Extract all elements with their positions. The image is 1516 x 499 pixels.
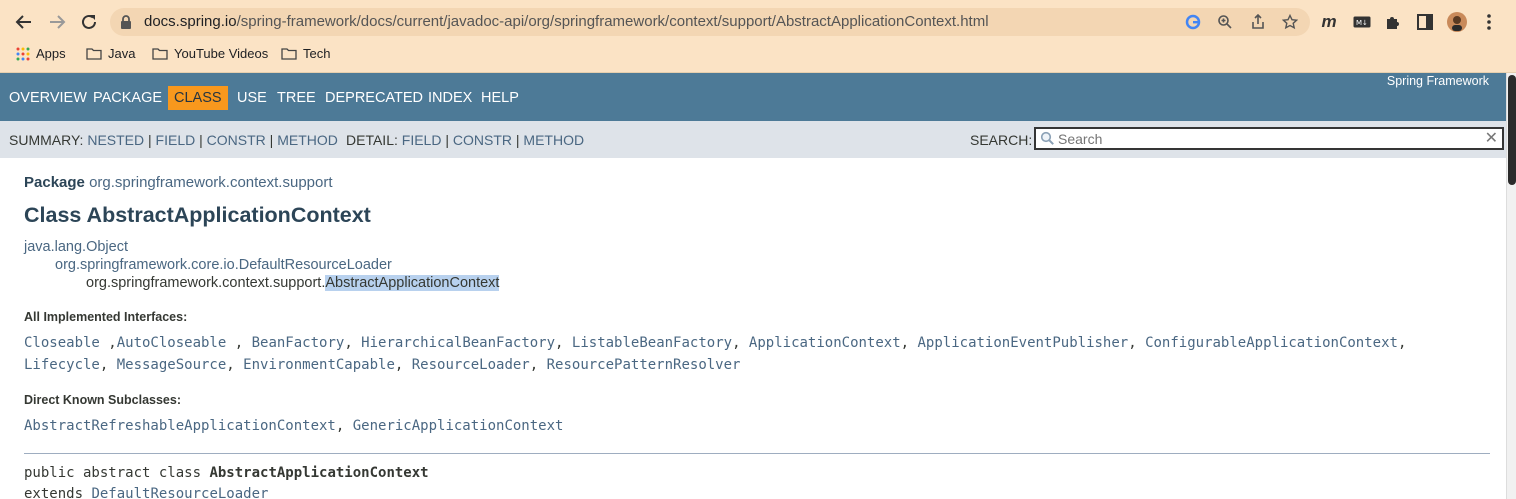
apps-grid-icon — [16, 47, 30, 60]
forward-arrow-icon — [50, 15, 66, 29]
inheritance-current-class: org.springframework.context.support.Abst… — [86, 275, 500, 291]
search-field[interactable]: ✕ — [1034, 127, 1504, 150]
bookmarks-bar: Apps Java YouTube Videos Tech — [0, 42, 1516, 68]
interface-link[interactable]: ConfigurableApplicationContext — [1145, 335, 1398, 351]
browser-toolbar: docs.spring.io/spring-framework/docs/cur… — [0, 0, 1516, 73]
bookmark-tech[interactable]: Tech — [281, 46, 330, 61]
interface-link[interactable]: ListableBeanFactory — [572, 335, 732, 351]
interfaces-list-1: Closeable ,AutoCloseable , BeanFactory, … — [24, 335, 1407, 351]
search-icon — [1040, 131, 1054, 145]
subclass-link[interactable]: GenericApplicationContext — [353, 418, 564, 434]
markdown-icon[interactable]: M↓ — [1351, 11, 1373, 33]
search-input[interactable] — [1058, 130, 1478, 148]
svg-text:M↓: M↓ — [1356, 19, 1368, 27]
detail-links: DETAIL: FIELD | CONSTR | METHOD — [346, 132, 585, 148]
bookmark-apps[interactable]: Apps — [16, 46, 66, 61]
nav-package[interactable]: PACKAGE — [87, 86, 168, 110]
vertical-scrollbar[interactable] — [1506, 73, 1516, 499]
interface-link[interactable]: Lifecycle — [24, 357, 100, 373]
top-navigation: OVERVIEW PACKAGE CLASS USE TREE DEPRECAT… — [0, 73, 1506, 121]
nav-tree[interactable]: TREE — [271, 86, 322, 110]
selected-text: AbstractApplicationContext — [325, 275, 500, 291]
subclass-link[interactable]: AbstractRefreshableApplicationContext — [24, 418, 336, 434]
folder-icon — [86, 48, 102, 60]
nav-index[interactable]: INDEX — [422, 86, 478, 110]
side-panel-icon[interactable] — [1414, 11, 1436, 33]
interface-link[interactable]: ResourceLoader — [412, 357, 530, 373]
folder-icon — [152, 48, 168, 60]
lock-icon — [121, 15, 131, 29]
subclasses-list: AbstractRefreshableApplicationContext, G… — [24, 418, 564, 434]
class-signature: public abstract class AbstractApplicatio… — [24, 465, 429, 481]
detail-method-link[interactable]: METHOD — [523, 132, 584, 148]
back-arrow-icon — [15, 15, 31, 29]
menu-kebab-icon[interactable] — [1478, 11, 1500, 33]
zoom-icon[interactable] — [1216, 13, 1234, 31]
subclasses-heading: Direct Known Subclasses: — [24, 393, 181, 407]
forward-button[interactable] — [45, 10, 69, 34]
summary-field-link[interactable]: FIELD — [156, 132, 196, 148]
divider — [24, 453, 1490, 454]
package-line: Package org.springframework.context.supp… — [24, 174, 333, 191]
share-icon[interactable] — [1249, 13, 1267, 31]
package-link[interactable]: org.springframework.context.support — [89, 174, 332, 191]
class-extends: extends DefaultResourceLoader — [24, 486, 268, 499]
clear-search-icon[interactable]: ✕ — [1485, 130, 1498, 148]
interface-link[interactable]: ApplicationContext — [749, 335, 901, 351]
detail-field-link[interactable]: FIELD — [402, 132, 442, 148]
reload-icon — [82, 14, 96, 29]
interface-link[interactable]: AutoCloseable — [117, 335, 227, 351]
summary-nested-link[interactable]: NESTED — [87, 132, 144, 148]
nav-class[interactable]: CLASS — [168, 86, 228, 110]
back-button[interactable] — [12, 10, 36, 34]
page-title: Class AbstractApplicationContext — [24, 203, 371, 227]
interface-link[interactable]: HierarchicalBeanFactory — [361, 335, 555, 351]
interface-link[interactable]: ApplicationEventPublisher — [918, 335, 1129, 351]
nav-use[interactable]: USE — [231, 86, 273, 110]
interface-link[interactable]: MessageSource — [117, 357, 227, 373]
superclass-link[interactable]: DefaultResourceLoader — [91, 486, 268, 499]
bookmark-youtube-videos[interactable]: YouTube Videos — [152, 46, 268, 61]
interface-link[interactable]: ResourcePatternResolver — [547, 357, 741, 373]
extension-m-icon[interactable]: m — [1318, 11, 1340, 33]
inheritance-object-link[interactable]: java.lang.Object — [24, 239, 128, 255]
address-bar[interactable]: docs.spring.io/spring-framework/docs/cur… — [110, 8, 1310, 36]
inheritance-default-resource-loader-link[interactable]: org.springframework.core.io.DefaultResou… — [55, 257, 392, 273]
nav-help[interactable]: HELP — [475, 86, 525, 110]
brand-label: Spring Framework — [1386, 74, 1489, 88]
search-label: SEARCH: — [970, 132, 1033, 148]
nav-overview[interactable]: OVERVIEW — [3, 86, 93, 110]
interfaces-list-2: Lifecycle, MessageSource, EnvironmentCap… — [24, 357, 741, 373]
google-icon[interactable] — [1184, 13, 1202, 31]
nav-deprecated[interactable]: DEPRECATED — [319, 86, 429, 110]
url-text: docs.spring.io/spring-framework/docs/cur… — [144, 13, 989, 30]
summary-constr-link[interactable]: CONSTR — [207, 132, 266, 148]
interfaces-heading: All Implemented Interfaces: — [24, 310, 188, 324]
folder-icon — [281, 48, 297, 60]
interface-link[interactable]: BeanFactory — [252, 335, 345, 351]
detail-constr-link[interactable]: CONSTR — [453, 132, 512, 148]
interface-link[interactable]: Closeable — [24, 335, 100, 351]
summary-links: SUMMARY: NESTED | FIELD | CONSTR | METHO… — [9, 132, 338, 148]
interface-link[interactable]: EnvironmentCapable — [243, 357, 395, 373]
bookmark-java[interactable]: Java — [86, 46, 135, 61]
bookmark-star-icon[interactable] — [1281, 13, 1299, 31]
profile-avatar[interactable] — [1446, 11, 1468, 33]
extensions-puzzle-icon[interactable] — [1382, 11, 1404, 33]
scrollbar-thumb[interactable] — [1508, 75, 1516, 185]
summary-method-link[interactable]: METHOD — [277, 132, 338, 148]
reload-button[interactable] — [77, 10, 101, 34]
